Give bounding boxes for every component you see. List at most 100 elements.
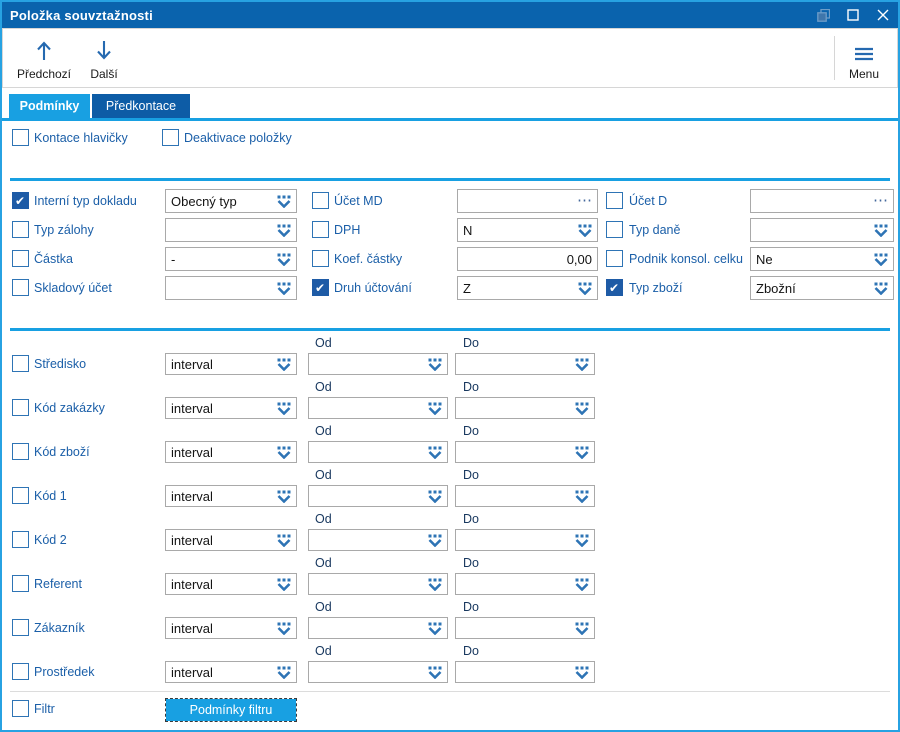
dropdown-value: interval xyxy=(171,400,213,416)
checkbox-kod-1[interactable] xyxy=(12,487,29,504)
restore-button[interactable] xyxy=(808,2,838,28)
dropdown-icon xyxy=(575,402,589,415)
menu-button[interactable]: Menu xyxy=(839,33,889,85)
checkbox-castka[interactable] xyxy=(12,250,29,267)
checkbox-ucet-md[interactable] xyxy=(312,192,329,209)
podminky-filtru-button[interactable]: Podmínky filtru xyxy=(165,698,297,722)
dropdown-value: interval xyxy=(171,488,213,504)
dropdown-value: interval xyxy=(171,576,213,592)
checkbox-typ-zbozi[interactable] xyxy=(606,279,623,296)
previous-button[interactable]: Předchozí xyxy=(11,33,77,85)
od-label: Od xyxy=(315,644,332,658)
close-button[interactable] xyxy=(868,2,898,28)
interval-row-prostredek: Prostředek interval Od Do xyxy=(2,644,898,683)
dropdown-icon xyxy=(428,622,442,635)
dropdown-icon xyxy=(578,282,592,295)
title-bar: Položka souvztažnosti xyxy=(2,2,898,28)
checkbox-druh-uctovani[interactable] xyxy=(312,279,329,296)
section-divider xyxy=(10,328,890,331)
dropdown-zakaznik-do[interactable] xyxy=(455,617,595,639)
castka-label: Částka xyxy=(34,252,73,266)
dropdown-kod-2-od[interactable] xyxy=(308,529,448,551)
dropdown-icon xyxy=(277,402,291,415)
dropdown-typ-zbozi[interactable]: Zbožní xyxy=(750,276,894,300)
do-label: Do xyxy=(463,336,479,350)
menu-label: Menu xyxy=(848,67,880,81)
checkbox-skladovy-ucet[interactable] xyxy=(12,279,29,296)
checkbox-ucet-d[interactable] xyxy=(606,192,623,209)
checkbox-podnik-konsol-celku[interactable] xyxy=(606,250,623,267)
checkbox-filtr[interactable] xyxy=(12,700,29,717)
dropdown-prostredek-interval[interactable]: interval xyxy=(165,661,297,683)
dph-label: DPH xyxy=(334,223,361,237)
dropdown-referent-od[interactable] xyxy=(308,573,448,595)
dropdown-prostredek-od[interactable] xyxy=(308,661,448,683)
lookup-ucet-md[interactable]: ⋯ xyxy=(457,189,598,213)
input-koef-castky[interactable]: 0,00 xyxy=(457,247,598,271)
dropdown-stredisko-od[interactable] xyxy=(308,353,448,375)
dropdown-dph[interactable]: N xyxy=(457,218,598,242)
lookup-ucet-d[interactable]: ⋯ xyxy=(750,189,894,213)
dropdown-icon xyxy=(277,224,291,237)
dropdown-kod-2-do[interactable] xyxy=(455,529,595,551)
dropdown-interni-typ-dokladu[interactable]: Obecný typ xyxy=(165,189,297,213)
checkbox-prostredek[interactable] xyxy=(12,663,29,680)
next-button[interactable]: Další xyxy=(79,33,129,85)
dropdown-zakaznik-od[interactable] xyxy=(308,617,448,639)
filter-row: Filtr Podmínky filtru xyxy=(2,698,898,722)
checkbox-zakaznik[interactable] xyxy=(12,619,29,636)
checkbox-typ-dane[interactable] xyxy=(606,221,623,238)
do-label: Do xyxy=(463,556,479,570)
dropdown-castka[interactable]: - xyxy=(165,247,297,271)
dropdown-kod-zbozi-do[interactable] xyxy=(455,441,595,463)
dropdown-kod-zakazky-interval[interactable]: interval xyxy=(165,397,297,419)
dropdown-kod-zakazky-do[interactable] xyxy=(455,397,595,419)
interval-row-referent: Referent interval Od Do xyxy=(2,556,898,595)
tab-podminky-label: Podmínky xyxy=(19,99,80,113)
dropdown-zakaznik-interval[interactable]: interval xyxy=(165,617,297,639)
dropdown-kod-1-interval[interactable]: interval xyxy=(165,485,297,507)
dropdown-stredisko-interval[interactable]: interval xyxy=(165,353,297,375)
do-label: Do xyxy=(463,424,479,438)
dropdown-icon xyxy=(575,578,589,591)
checkbox-referent[interactable] xyxy=(12,575,29,592)
checkbox-kod-zakazky[interactable] xyxy=(12,399,29,416)
dropdown-referent-interval[interactable]: interval xyxy=(165,573,297,595)
checkbox-kod-zbozi[interactable] xyxy=(12,443,29,460)
dropdown-typ-dane[interactable] xyxy=(750,218,894,242)
kod-zbozi-label: Kód zboží xyxy=(34,445,90,459)
condition-row: Interní typ dokladu Obecný typ Účet MD ⋯… xyxy=(2,189,898,213)
interval-row-kod-2: Kód 2 interval Od Do xyxy=(2,512,898,551)
dropdown-icon xyxy=(428,490,442,503)
dropdown-typ-zalohy[interactable] xyxy=(165,218,297,242)
dropdown-kod-2-interval[interactable]: interval xyxy=(165,529,297,551)
od-label: Od xyxy=(315,600,332,614)
dropdown-podnik-konsol-celku[interactable]: Ne xyxy=(750,247,894,271)
dropdown-kod-zakazky-od[interactable] xyxy=(308,397,448,419)
do-label: Do xyxy=(463,600,479,614)
od-label: Od xyxy=(315,336,332,350)
od-label: Od xyxy=(315,424,332,438)
dropdown-druh-uctovani[interactable]: Z xyxy=(457,276,598,300)
checkbox-stredisko[interactable] xyxy=(12,355,29,372)
dropdown-kod-1-do[interactable] xyxy=(455,485,595,507)
dropdown-prostredek-do[interactable] xyxy=(455,661,595,683)
checkbox-koef-castky[interactable] xyxy=(312,250,329,267)
checkbox-kontace-hlavicky[interactable] xyxy=(12,129,29,146)
dropdown-kod-zbozi-od[interactable] xyxy=(308,441,448,463)
dropdown-stredisko-do[interactable] xyxy=(455,353,595,375)
maximize-button[interactable] xyxy=(838,2,868,28)
checkbox-kod-2[interactable] xyxy=(12,531,29,548)
dropdown-referent-do[interactable] xyxy=(455,573,595,595)
checkbox-deaktivace-polozky[interactable] xyxy=(162,129,179,146)
tab-predkontace[interactable]: Předkontace xyxy=(92,94,190,118)
dropdown-kod-1-od[interactable] xyxy=(308,485,448,507)
checkbox-dph[interactable] xyxy=(312,221,329,238)
checkbox-typ-zalohy[interactable] xyxy=(12,221,29,238)
dropdown-value: Obecný typ xyxy=(171,193,237,209)
dropdown-skladovy-ucet[interactable] xyxy=(165,276,297,300)
stredisko-label: Středisko xyxy=(34,357,87,371)
checkbox-interni-typ-dokladu[interactable] xyxy=(12,192,29,209)
dropdown-kod-zbozi-interval[interactable]: interval xyxy=(165,441,297,463)
tab-podminky[interactable]: Podmínky xyxy=(9,94,90,118)
